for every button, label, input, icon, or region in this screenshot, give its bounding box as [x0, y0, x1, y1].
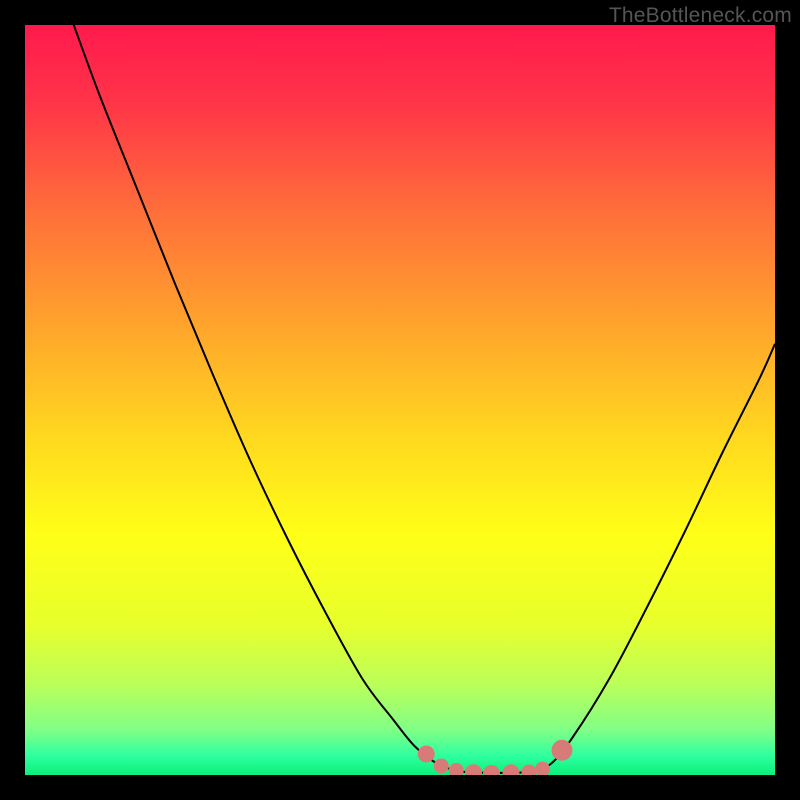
- chart-background: [25, 25, 775, 775]
- curve-marker: [522, 765, 536, 775]
- chart-frame: TheBottleneck.com: [0, 0, 800, 800]
- watermark-text: TheBottleneck.com: [609, 4, 792, 28]
- curve-marker: [449, 764, 463, 776]
- chart-plot: [25, 25, 775, 775]
- curve-marker: [434, 759, 448, 773]
- curve-marker: [536, 762, 550, 775]
- curve-marker: [552, 740, 572, 760]
- curve-marker: [418, 746, 434, 762]
